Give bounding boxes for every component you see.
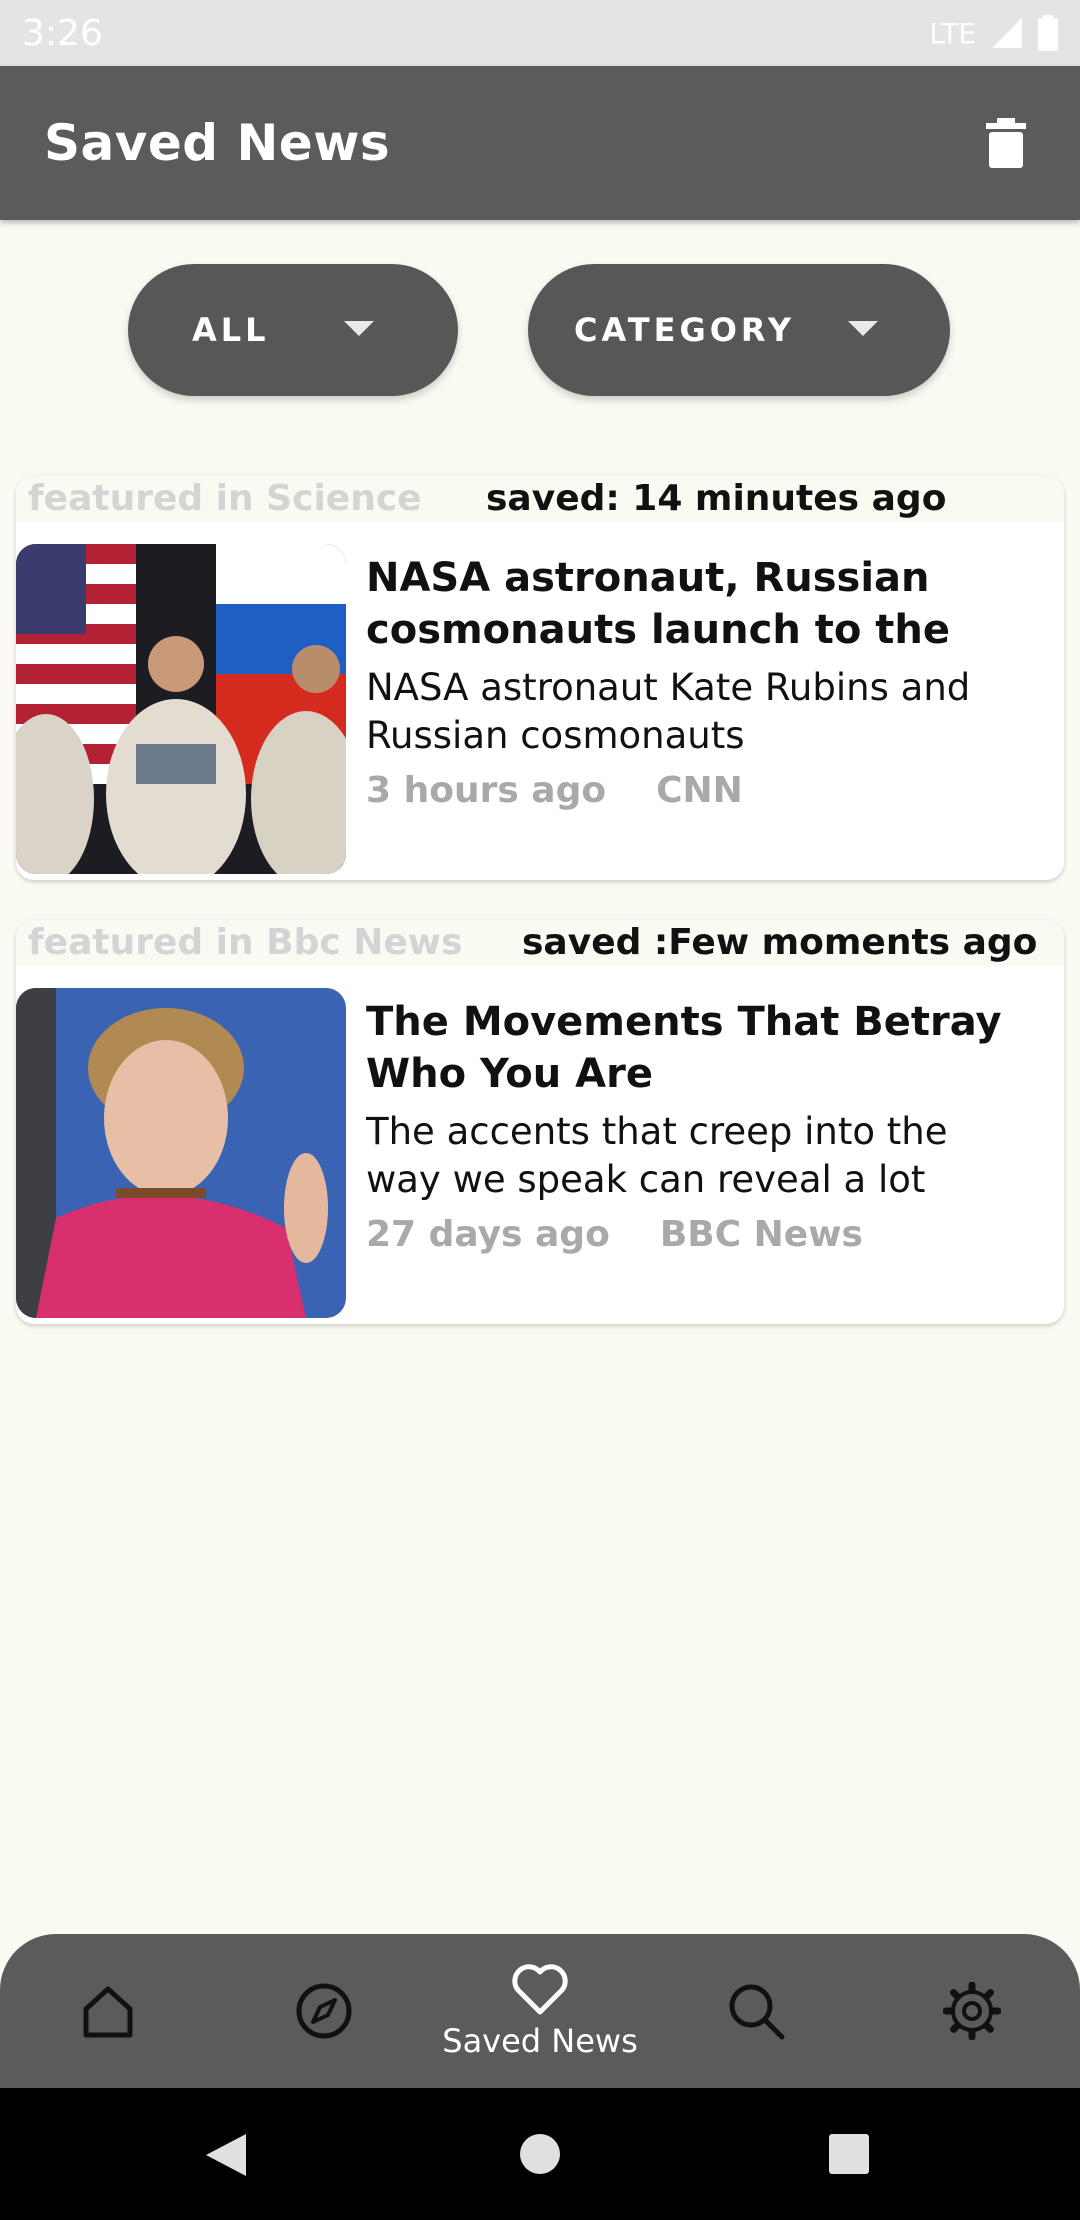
news-card[interactable]: featured in Science saved: 14 minutes ag…	[16, 476, 1064, 880]
dropdown-arrow-icon	[344, 321, 374, 336]
portrait-image	[16, 988, 346, 1318]
article-meta: 3 hours ago CNN	[366, 770, 743, 811]
search-icon	[729, 1984, 785, 2040]
back-icon[interactable]	[204, 2132, 248, 2178]
signal-icon	[992, 18, 1022, 48]
recents-square-icon[interactable]	[829, 2134, 869, 2174]
filters: ALL CATEGORY	[0, 264, 1080, 396]
article-thumbnail[interactable]	[16, 544, 346, 874]
article-summary: NASA astronaut Kate Rubins and Russian c…	[366, 666, 971, 757]
card-header: featured in Bbc News saved :Few moments …	[16, 920, 1064, 966]
saved-time: saved :Few moments ago	[522, 922, 1038, 963]
system-navigation-bar	[0, 2088, 1080, 2220]
nav-settings[interactable]	[912, 1934, 1032, 2088]
bottom-navigation: Saved News	[0, 1934, 1080, 2088]
network-type: LTE	[929, 16, 976, 50]
article-meta: 27 days ago BBC News	[366, 1214, 863, 1255]
article-source: BBC News	[659, 1214, 863, 1255]
featured-category: featured in Science	[28, 478, 422, 519]
filter-all-label: ALL	[192, 311, 270, 349]
article-thumbnail[interactable]	[16, 988, 346, 1318]
nav-explore[interactable]	[264, 1934, 384, 2088]
compass-icon	[296, 1983, 352, 2039]
featured-category: featured in Bbc News	[28, 922, 463, 963]
gear-icon	[943, 1982, 1001, 2040]
dropdown-arrow-icon	[848, 321, 878, 336]
nav-saved-news[interactable]: Saved News	[420, 1934, 660, 2088]
article-time: 3 hours ago	[366, 770, 607, 811]
card-header: featured in Science saved: 14 minutes ag…	[16, 476, 1064, 522]
saved-time: saved: 14 minutes ago	[486, 478, 947, 519]
status-time: 3:26	[22, 12, 103, 54]
article-summary: The accents that creep into the way we s…	[366, 1110, 948, 1201]
home-icon	[83, 1986, 133, 2038]
article-time: 27 days ago	[366, 1214, 610, 1255]
status-bar: 3:26 LTE	[0, 0, 1080, 66]
article-headline: NASA astronaut, Russian cosmonauts launc…	[366, 555, 950, 653]
trash-icon	[986, 118, 1026, 168]
battery-icon	[1038, 15, 1058, 51]
delete-all-button[interactable]	[976, 108, 1036, 178]
nav-home[interactable]	[48, 1934, 168, 2088]
article-source: CNN	[656, 770, 743, 811]
heart-icon	[512, 1964, 568, 2015]
nav-saved-news-label: Saved News	[442, 2022, 638, 2060]
filter-category-label: CATEGORY	[574, 311, 795, 349]
filter-category-dropdown[interactable]: CATEGORY	[528, 264, 950, 396]
page-title: Saved News	[44, 114, 391, 172]
nav-search[interactable]	[696, 1934, 816, 2088]
filter-all-dropdown[interactable]: ALL	[128, 264, 458, 396]
home-circle-icon[interactable]	[519, 2133, 561, 2175]
article-headline: The Movements That Betray Who You Are	[366, 999, 1002, 1097]
astronauts-image	[16, 544, 346, 874]
status-icons: LTE	[929, 15, 1058, 51]
app-bar: Saved News	[0, 66, 1080, 220]
news-card[interactable]: featured in Bbc News saved :Few moments …	[16, 920, 1064, 1324]
